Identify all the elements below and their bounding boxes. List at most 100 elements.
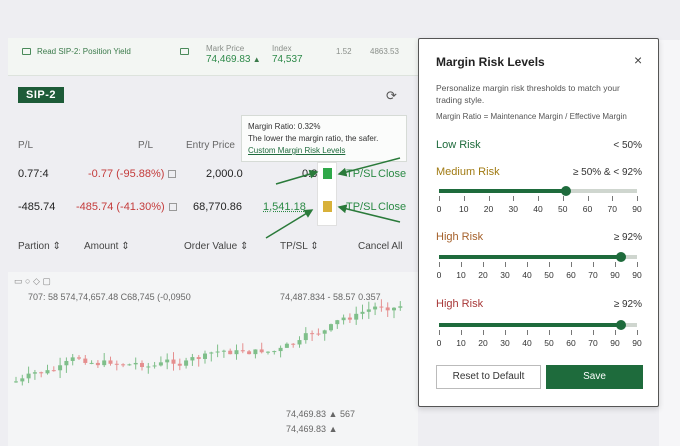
candle-body (347, 317, 352, 320)
candle-body (89, 362, 94, 364)
candle-body (165, 359, 170, 363)
candle-body (303, 333, 308, 341)
slider-handle[interactable] (560, 186, 571, 196)
candle-body (360, 311, 365, 314)
tick-label: 90 (632, 270, 642, 280)
candle-body (203, 353, 207, 359)
candle-body (253, 349, 258, 355)
tick-label: 30 (508, 204, 518, 214)
candle-body (158, 362, 163, 366)
tick-label: 40 (522, 338, 532, 348)
high-risk-slider[interactable] (439, 252, 637, 262)
candle-body (322, 330, 327, 334)
candle-body (341, 317, 346, 321)
tick-mark (637, 196, 638, 201)
tick-label: 90 (632, 338, 642, 348)
candle-body (14, 381, 18, 383)
tick-label: 70 (588, 338, 598, 348)
tick-label: 50 (544, 270, 554, 280)
candle-body (39, 372, 44, 374)
tick-mark (527, 262, 528, 267)
candle-body (385, 307, 390, 311)
low-risk-label: Low Risk (436, 139, 481, 151)
tick-label: 20 (483, 204, 494, 214)
slider-fill (439, 255, 622, 259)
tick-label: 30 (500, 270, 510, 280)
candle-body (278, 347, 283, 352)
tick-mark (612, 196, 614, 201)
tick-label: 50 (544, 338, 554, 348)
candle-body (32, 372, 37, 374)
tick-mark (615, 330, 616, 335)
slider-fill (439, 323, 622, 327)
tick-mark (587, 196, 589, 201)
candle-body (379, 306, 384, 308)
medium-risk-slider[interactable] (439, 186, 637, 196)
tick-mark (463, 196, 465, 201)
tick-mark (504, 330, 506, 335)
candle-body (316, 333, 321, 335)
candle-body (58, 365, 63, 371)
candle-body (121, 364, 126, 366)
slider-handle[interactable] (616, 320, 627, 330)
high-risk-label-2: High Risk (436, 298, 484, 310)
tick-label: 90 (610, 270, 620, 280)
candle-body (329, 324, 333, 331)
tick-label: 0 (436, 338, 442, 348)
candle-body (247, 351, 252, 355)
tick-mark (483, 262, 484, 267)
tick-mark (549, 330, 550, 335)
tick-mark (461, 262, 462, 267)
candle-body (140, 362, 144, 368)
tick-mark (504, 262, 506, 267)
close-icon[interactable]: × (634, 52, 642, 68)
candle-body (215, 351, 220, 353)
right-scroll-strip (659, 40, 680, 446)
margin-ratio-formula: Margin Ratio = Maintenance Margin / Effe… (436, 112, 627, 121)
candle-body (102, 360, 107, 366)
price-chart[interactable]: ▭ ○ ◇ ▢ 707: 58 574,74,657.48 C68,745 (-… (8, 272, 418, 446)
tick-mark (593, 330, 594, 335)
tick-label: 10 (459, 204, 469, 214)
tick-mark (439, 262, 440, 267)
candle-body (310, 333, 315, 335)
candle-body (209, 352, 214, 354)
tick-mark (513, 196, 515, 201)
tick-label: 70 (588, 270, 598, 280)
high-risk-ticks: 0 10 20 30 40 50 60 70 90 90 (436, 262, 642, 284)
candle-body (152, 365, 157, 367)
chart-price-1: 74,469.83 ▲ 567 (286, 409, 355, 419)
tick-label: 60 (566, 338, 576, 348)
tick-mark (637, 330, 638, 335)
tick-mark (439, 330, 440, 335)
dialog-title: Margin Risk Levels (436, 55, 545, 69)
save-button[interactable]: Save (546, 365, 643, 389)
candle-body (177, 363, 182, 366)
slider-handle[interactable] (616, 252, 627, 262)
candle-body (108, 360, 113, 364)
slider-fill (439, 189, 566, 193)
tick-label: 10 (456, 270, 466, 280)
candle-body (228, 350, 233, 355)
tick-label: 40 (522, 270, 532, 280)
candle-body (64, 360, 69, 366)
tick-mark (527, 330, 528, 335)
candle-body (366, 309, 371, 312)
candle-body (291, 343, 296, 345)
tick-mark (615, 262, 616, 267)
candle-body (221, 350, 226, 352)
candle-body (45, 370, 50, 374)
tick-label: 20 (478, 338, 488, 348)
tick-label: 30 (500, 338, 510, 348)
tick-mark (593, 262, 594, 267)
tick-label: 0 (436, 270, 442, 280)
high-risk-slider-2[interactable] (439, 320, 637, 330)
tick-mark (538, 196, 539, 201)
reset-to-default-button[interactable]: Reset to Default (436, 365, 541, 389)
tick-label: 20 (478, 270, 488, 280)
candle-body (234, 350, 239, 355)
candle-body (146, 366, 151, 368)
tick-label: 40 (533, 204, 543, 214)
candle-body (184, 360, 189, 366)
tick-mark (488, 196, 490, 201)
